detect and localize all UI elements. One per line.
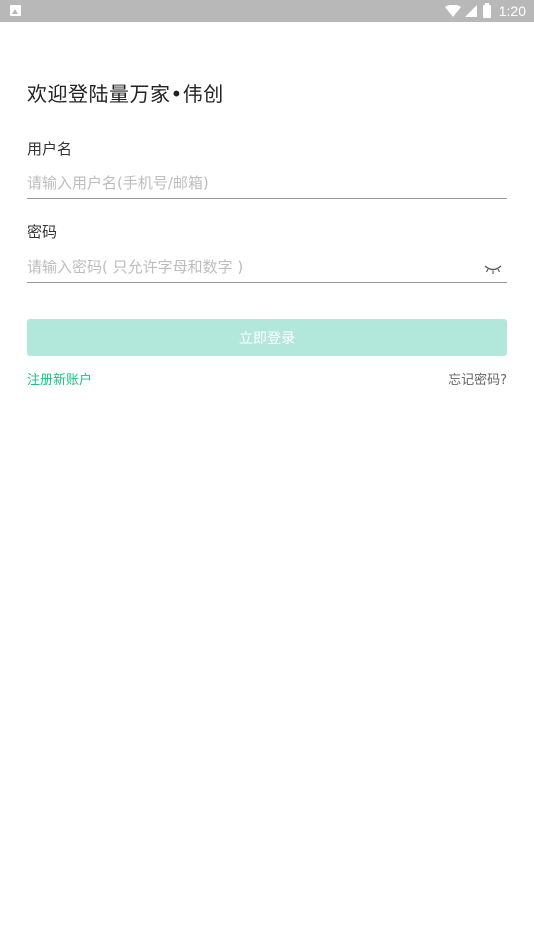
password-label: 密码	[27, 223, 58, 241]
signal-icon	[464, 5, 477, 17]
username-label: 用户名	[27, 140, 73, 158]
password-input[interactable]	[27, 252, 507, 283]
image-notification-icon	[10, 5, 21, 16]
status-icons: 1:20	[444, 0, 526, 22]
username-input[interactable]	[27, 168, 507, 199]
eye-closed-icon[interactable]	[484, 263, 502, 275]
forgot-password-link[interactable]: 忘记密码?	[448, 369, 507, 388]
register-link[interactable]: 注册新账户	[27, 369, 92, 388]
login-button[interactable]: 立即登录	[27, 319, 507, 356]
wifi-icon	[444, 5, 461, 17]
page-title: 欢迎登陆量万家•伟创	[27, 82, 224, 106]
battery-icon	[482, 2, 491, 18]
status-bar: 1:20	[0, 0, 534, 22]
status-time: 1:20	[498, 3, 526, 19]
